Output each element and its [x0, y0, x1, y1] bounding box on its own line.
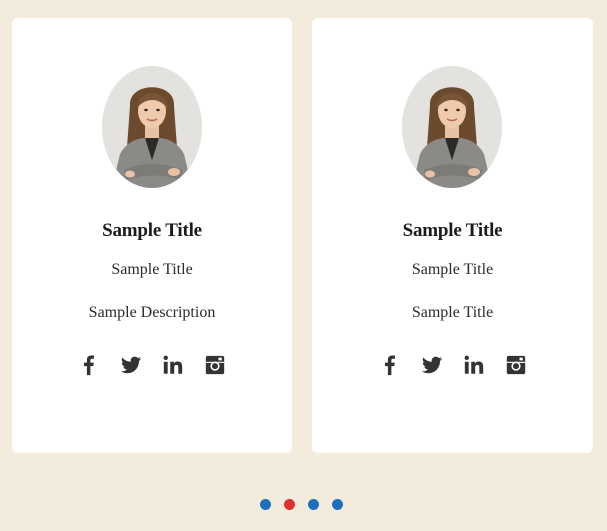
card-description: Sample Description [88, 304, 216, 321]
facebook-icon[interactable] [78, 353, 100, 377]
linkedin-icon[interactable] [162, 353, 184, 377]
avatar [402, 66, 502, 188]
social-links [312, 353, 593, 377]
instagram-icon[interactable] [204, 353, 226, 377]
card-subtitle: Sample Title [111, 261, 193, 278]
profile-card-2: Sample Title Sample Title Sample Title [312, 18, 593, 453]
card-title: Sample Title [402, 220, 503, 241]
facebook-icon[interactable] [379, 353, 401, 377]
profile-card-1: Sample Title Sample Title Sample Descrip… [12, 18, 292, 453]
pagination-dot-3[interactable] [308, 499, 319, 510]
pagination-dot-4[interactable] [332, 499, 343, 510]
twitter-icon[interactable] [421, 353, 443, 377]
pagination-dot-1[interactable] [260, 499, 271, 510]
twitter-icon[interactable] [120, 353, 142, 377]
social-links [12, 353, 292, 377]
linkedin-icon[interactable] [463, 353, 485, 377]
card-subtitle: Sample Title [411, 261, 494, 278]
avatar [102, 66, 202, 188]
card-title: Sample Title [102, 220, 202, 241]
card-description: Sample Title [411, 304, 494, 321]
pagination-dot-2[interactable] [284, 499, 295, 510]
instagram-icon[interactable] [505, 353, 527, 377]
